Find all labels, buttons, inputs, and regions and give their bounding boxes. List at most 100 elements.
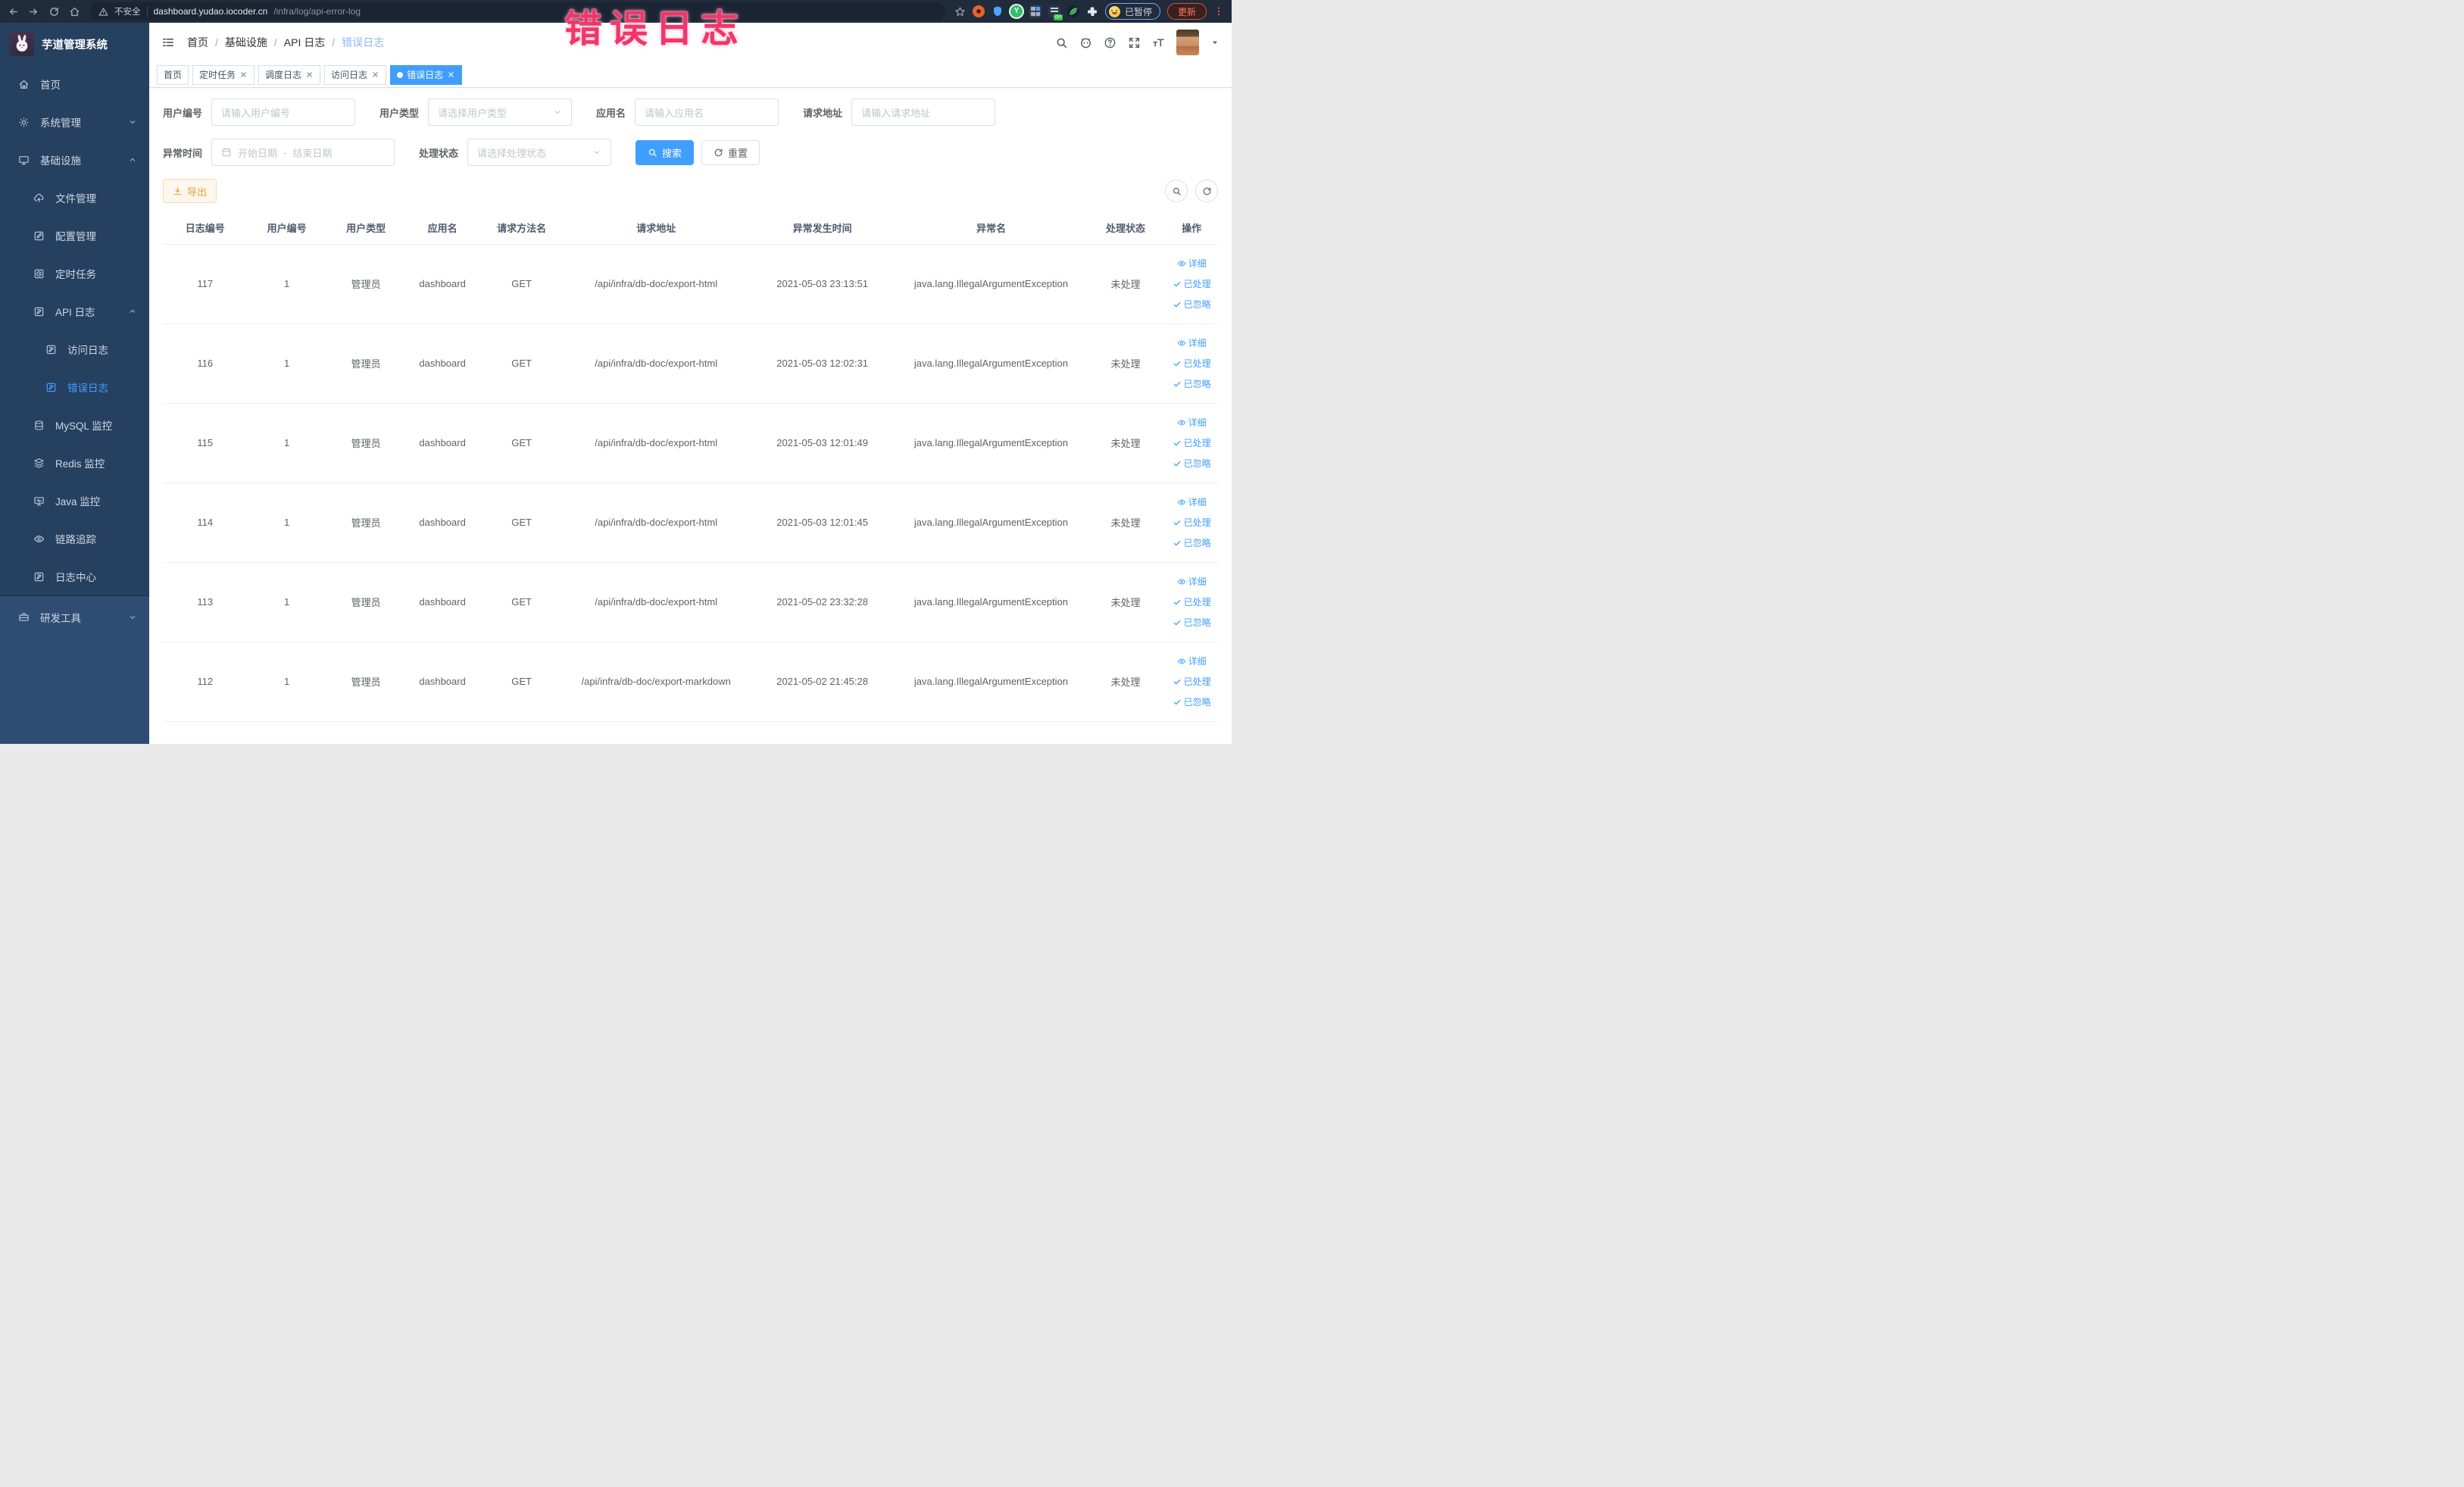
detail-action[interactable]: 详细 — [1177, 336, 1207, 349]
sidebar-item-redis-monitor[interactable]: Redis 监控 — [0, 444, 149, 482]
tag-error-log[interactable]: 错误日志 — [390, 64, 463, 85]
proxy-on-extension-icon[interactable] — [1048, 5, 1063, 20]
user-id-input[interactable]: 请输入用户编号 — [211, 98, 356, 126]
help-icon[interactable] — [1104, 36, 1116, 49]
bookmark-star-icon[interactable] — [954, 6, 966, 17]
detail-action[interactable]: 详细 — [1177, 495, 1207, 508]
sidebar-item-system-mgmt[interactable]: 系统管理 — [0, 103, 149, 141]
leaf-extension-icon[interactable] — [1066, 5, 1079, 17]
mark-processed-action[interactable]: 已处理 — [1173, 436, 1211, 449]
mark-ignored-action[interactable]: 已忽略 — [1173, 298, 1211, 311]
cell-request-url: /api/infra/db-doc/export-markdown — [564, 642, 749, 722]
reset-button[interactable]: 重置 — [701, 139, 760, 165]
tag-access-log[interactable]: 访问日志 — [324, 64, 387, 85]
mark-ignored-action[interactable]: 已忽略 — [1173, 377, 1211, 390]
mark-processed-action[interactable]: 已处理 — [1173, 516, 1211, 529]
mark-processed-action[interactable]: 已处理 — [1173, 595, 1211, 608]
date-range-picker[interactable]: 开始日期 - 结束日期 — [211, 139, 395, 166]
breadcrumb: 首页 / 基础设施 / API 日志 / 错误日志 — [187, 35, 384, 50]
cell-process-status: 未处理 — [1085, 642, 1166, 722]
refresh-button[interactable] — [1195, 180, 1218, 202]
mark-processed-action[interactable]: 已处理 — [1173, 675, 1211, 688]
shield-extension-icon[interactable] — [992, 5, 1004, 17]
detail-action[interactable]: 详细 — [1177, 257, 1207, 270]
browser-menu-kebab-icon[interactable] — [1213, 5, 1224, 17]
logo-row[interactable]: 芋道管理系统 — [0, 23, 149, 65]
user-avatar[interactable] — [1176, 30, 1199, 55]
hamburger-icon[interactable] — [161, 36, 175, 49]
orange-extension-icon[interactable] — [972, 5, 985, 17]
eye-icon — [1177, 498, 1186, 507]
green-extension-icon[interactable]: Y — [1010, 5, 1023, 17]
sidebar-item-file-mgmt[interactable]: 文件管理 — [0, 179, 149, 217]
breadcrumb-item[interactable]: 基础设施 — [225, 35, 267, 50]
sidebar-item-java-monitor[interactable]: Java 监控 — [0, 482, 149, 520]
search-icon[interactable] — [1055, 36, 1068, 49]
sidebar-item-access-log[interactable]: 访问日志 — [0, 330, 149, 368]
breadcrumb-separator: / — [273, 36, 277, 48]
paused-pill-button[interactable]: 已暂停 — [1104, 3, 1160, 20]
tag-home[interactable]: 首页 — [157, 64, 189, 85]
mark-processed-action[interactable]: 已处理 — [1173, 277, 1211, 290]
breadcrumb-item[interactable]: 首页 — [187, 35, 208, 50]
update-browser-button[interactable]: 更新 — [1166, 3, 1207, 20]
detail-action[interactable]: 详细 — [1177, 654, 1207, 667]
process-status-select[interactable]: 请选择处理状态 — [467, 139, 612, 166]
clock-icon — [33, 268, 45, 280]
app-logo — [10, 32, 34, 56]
sidebar-item-trace[interactable]: 链路追踪 — [0, 520, 149, 558]
export-button[interactable]: 导出 — [163, 179, 217, 203]
breadcrumb-item-current: 错误日志 — [342, 36, 385, 48]
sidebar-item-log-center[interactable]: 日志中心 — [0, 558, 149, 595]
tag-scheduled-tasks[interactable]: 定时任务 — [192, 64, 255, 85]
tag-schedule-log[interactable]: 调度日志 — [258, 64, 321, 85]
breadcrumb-item[interactable]: API 日志 — [284, 35, 325, 50]
cell-method: GET — [479, 403, 564, 483]
navbar-right — [1055, 30, 1220, 55]
sidebar-item-scheduled-tasks[interactable]: 定时任务 — [0, 255, 149, 292]
address-bar[interactable]: 不安全 dashboard.yudao.iocoder.cn/infra/log… — [89, 2, 945, 20]
fullscreen-icon[interactable] — [1128, 36, 1141, 49]
browser-home-icon[interactable] — [69, 6, 80, 17]
close-icon[interactable] — [239, 70, 248, 79]
github-icon[interactable] — [1079, 36, 1092, 49]
sidebar-item-infrastructure[interactable]: 基础设施 — [0, 141, 149, 179]
mark-ignored-action[interactable]: 已忽略 — [1173, 695, 1211, 708]
sidebar-item-dev-tools[interactable]: 研发工具 — [0, 596, 149, 638]
mark-ignored-action[interactable]: 已忽略 — [1173, 457, 1211, 470]
detail-action[interactable]: 详细 — [1177, 416, 1207, 429]
search-button[interactable]: 搜索 — [636, 139, 695, 165]
caret-down-icon[interactable] — [1210, 38, 1220, 47]
close-icon[interactable] — [447, 70, 455, 79]
sidebar-item-config-mgmt[interactable]: 配置管理 — [0, 217, 149, 255]
sidebar-item-home[interactable]: 首页 — [0, 65, 149, 103]
reload-icon[interactable] — [48, 6, 60, 17]
check-icon — [1173, 518, 1182, 527]
detail-action[interactable]: 详细 — [1177, 575, 1207, 588]
grid-extension-icon[interactable] — [1029, 5, 1042, 17]
breadcrumb-separator: / — [332, 36, 336, 48]
user-type-select[interactable]: 请选择用户类型 — [428, 98, 573, 126]
sidebar-item-label: API 日志 — [55, 307, 95, 318]
back-icon[interactable] — [8, 6, 19, 17]
search-icon — [1172, 186, 1182, 196]
filter-exception-time: 异常时间 开始日期 - 结束日期 — [163, 139, 395, 166]
mark-processed-action[interactable]: 已处理 — [1173, 357, 1211, 370]
mark-ignored-action[interactable]: 已忽略 — [1173, 536, 1211, 549]
sidebar-item-label: MySQL 监控 — [55, 420, 113, 432]
cell-request-url: /api/infra/db-doc/export-html — [564, 483, 749, 563]
mark-ignored-action[interactable]: 已忽略 — [1173, 616, 1211, 629]
close-icon[interactable] — [371, 70, 379, 79]
request-url-input[interactable]: 请输入请求地址 — [851, 98, 996, 126]
font-size-icon[interactable] — [1152, 36, 1165, 49]
toggle-search-button[interactable] — [1165, 180, 1188, 202]
sidebar-item-error-log[interactable]: 错误日志 — [0, 368, 149, 406]
sidebar-item-api-log[interactable]: API 日志 — [0, 292, 149, 330]
puzzle-extensions-icon[interactable] — [1086, 5, 1098, 17]
sidebar-item-mysql-monitor[interactable]: MySQL 监控 — [0, 406, 149, 444]
forward-icon[interactable] — [28, 6, 39, 17]
tags-view-bar: 首页 定时任务 调度日志 访问日志 错误日志 — [149, 62, 1232, 88]
insecure-warning-icon[interactable] — [98, 7, 108, 17]
app-name-input[interactable]: 请输入应用名 — [635, 98, 779, 126]
close-icon[interactable] — [305, 70, 314, 79]
